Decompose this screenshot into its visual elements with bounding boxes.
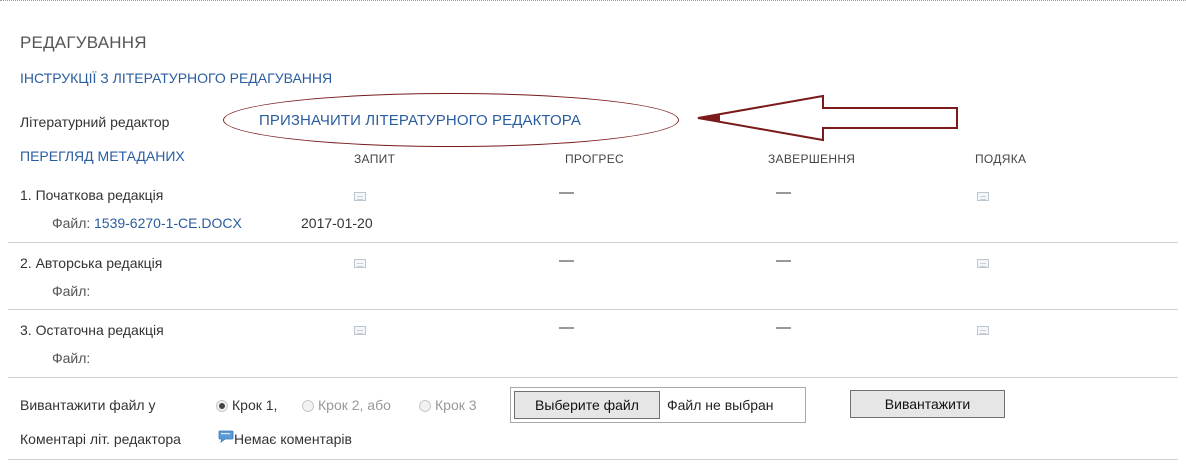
annotation-arrow-icon (697, 94, 958, 142)
copyeditor-comments-label: Коментарі літ. редактора (20, 431, 181, 447)
choose-file-button[interactable]: Выберите файл (514, 391, 660, 419)
divider (8, 242, 1178, 243)
radio-step-3-label[interactable]: Крок 3 (435, 397, 477, 413)
upload-button[interactable]: Вивантажити (850, 390, 1005, 418)
step-3-acknowledge-mail-icon[interactable] (977, 326, 989, 335)
step-1-file-date: 2017-01-20 (301, 215, 373, 231)
radio-step-2[interactable] (302, 400, 314, 412)
step-2-complete: — (776, 252, 791, 269)
column-header-complete: ЗАВЕРШЕННЯ (768, 152, 856, 166)
step-1-file-link[interactable]: 1539-6270-1-CE.DOCX (94, 215, 242, 231)
step-1-acknowledge-mail-icon[interactable] (977, 192, 989, 201)
step-2-progress: — (559, 252, 574, 269)
step-3-file-label: Файл: (52, 350, 91, 366)
file-input[interactable]: Выберите файл Файл не выбран (510, 387, 806, 423)
bottom-divider (8, 459, 1178, 460)
radio-step-3[interactable] (419, 400, 431, 412)
step-1-complete: — (776, 184, 791, 201)
step-2-acknowledge-mail-icon[interactable] (977, 259, 989, 268)
step-3-request-mail-icon[interactable] (354, 326, 366, 335)
divider (8, 309, 1178, 310)
radio-step-1-label[interactable]: Крок 1, (232, 397, 277, 413)
view-metadata-link[interactable]: ПЕРЕГЛЯД МЕТАДАНИХ (20, 148, 185, 164)
step-1-request-mail-icon[interactable] (354, 192, 366, 201)
assign-copyeditor-link[interactable]: ПРИЗНАЧИТИ ЛІТЕРАТУРНОГО РЕДАКТОРА (259, 112, 581, 129)
step-1-progress: — (559, 184, 574, 201)
radio-step-2-label[interactable]: Крок 2, або (318, 397, 391, 413)
step-3-progress: — (559, 319, 574, 336)
step-3-complete: — (776, 319, 791, 336)
step-2-request-mail-icon[interactable] (354, 259, 366, 268)
step-1-label: 1. Початкова редакція (20, 187, 164, 203)
step-2-label: 2. Авторська редакція (20, 255, 163, 271)
section-title: РЕДАГУВАННЯ (20, 33, 147, 52)
no-comments-link[interactable]: Немає коментарів (234, 431, 352, 447)
column-header-progress: ПРОГРЕС (565, 152, 624, 166)
column-header-request: ЗАПИТ (354, 152, 396, 166)
divider (8, 377, 1178, 378)
comment-bubble-icon[interactable] (218, 430, 234, 444)
column-header-acknowledge: ПОДЯКА (975, 152, 1027, 166)
step-3-label: 3. Остаточна редакція (20, 322, 164, 338)
instructions-link[interactable]: ІНСТРУКЦІЇ З ЛІТЕРАТУРНОГО РЕДАГУВАННЯ (20, 70, 332, 86)
step-2-file-label: Файл: (52, 283, 91, 299)
copyeditor-label: Літературний редактор (20, 114, 170, 130)
step-1-file-label: Файл: (52, 215, 91, 231)
top-border (0, 0, 1186, 1)
radio-step-1[interactable] (216, 400, 228, 412)
no-file-chosen-text: Файл не выбран (667, 397, 774, 413)
upload-label: Вивантажити файл у (20, 397, 156, 413)
